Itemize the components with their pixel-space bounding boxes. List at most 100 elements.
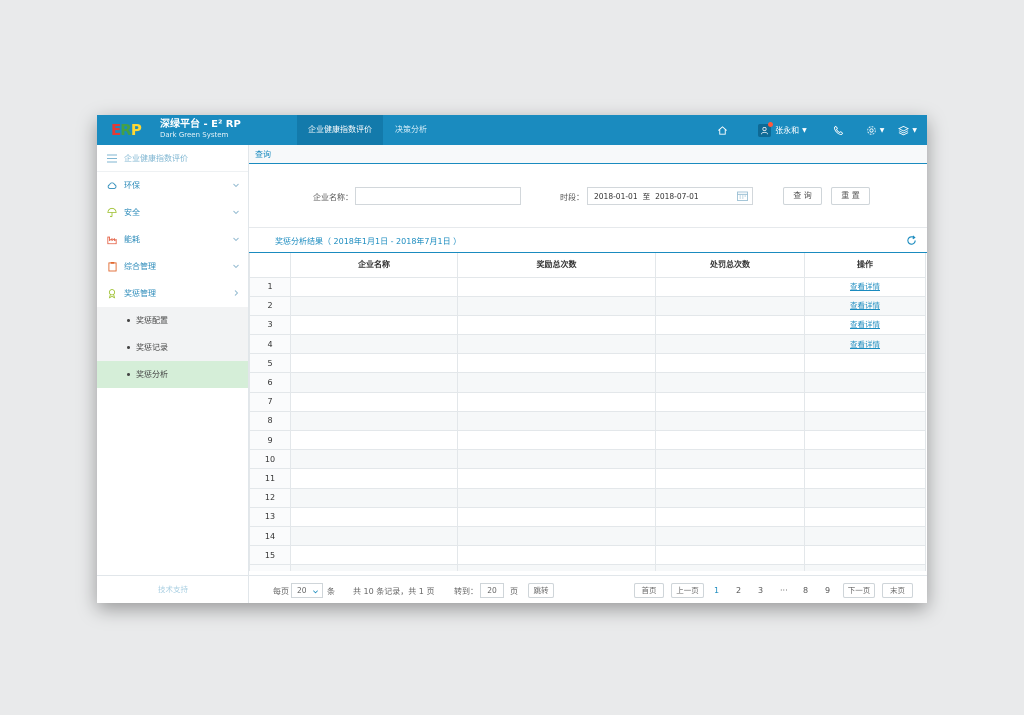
sidebar-footer: 技术支持 [97,575,249,603]
per-page-select[interactable]: 20 [291,583,323,598]
sidebar-header[interactable]: 企业健康指数评价 [97,145,248,172]
penalties-count-cell [655,525,805,547]
penalties-count-cell [655,391,805,412]
row-index-cell: 7 [249,391,291,412]
sidebar-item-label: 综合管理 [124,262,156,271]
sidebar-item-environment[interactable]: 环保 [97,172,248,199]
row-index-cell: 4 [249,334,291,355]
rewards-count-cell [457,391,656,412]
bullet-icon [127,319,130,322]
phone-icon [833,125,843,135]
action-cell [804,372,926,393]
header-actions: 张永和 ▼ ▼ ▼ [709,115,921,145]
tab-health-index[interactable]: 企业健康指数评价 [297,115,383,145]
sidebar-subitem-label: 奖惩分析 [136,370,168,379]
action-cell: 查看详情 [804,276,926,297]
last-page-button[interactable]: 末页 [882,583,913,598]
company-cell [290,449,458,470]
chevron-down-icon [233,183,239,188]
table-row: 15 [249,545,926,566]
gear-icon [866,125,876,135]
chevron-right-icon [234,290,239,296]
action-cell [804,525,926,547]
sidebar-item-safety[interactable]: 安全 [97,199,248,226]
main-content: 查询 企业名称： 时段： 2018-01-01 至 2018-07-01 查 询… [249,145,927,603]
action-cell [804,449,926,470]
row-index-cell: 8 [249,410,291,432]
company-cell [290,391,458,412]
table-row: 14 [249,525,926,547]
sidebar-subitem-reward-records[interactable]: 奖惩记录 [97,334,248,361]
column-header-rewards[interactable]: 奖励总次数 [457,253,656,278]
action-cell: 查看详情 [804,295,926,316]
rewards-count-cell [457,429,656,451]
next-page-button[interactable]: 下一页 [843,583,875,598]
row-index-cell: 5 [249,353,291,374]
row-index-cell: 15 [249,545,291,566]
refresh-icon[interactable] [906,235,917,246]
page-number-8[interactable]: 8 [803,586,808,595]
page-number-1[interactable]: 1 [714,586,719,595]
row-index-cell: 11 [249,468,291,489]
column-header-penalties[interactable]: 处罚总次数 [655,253,805,278]
penalties-count-cell [655,314,805,336]
action-cell [804,429,926,451]
company-name-label: 企业名称： [313,193,353,202]
goto-page-input[interactable]: 20 [480,583,504,598]
company-cell [290,410,458,432]
table-row: 11 [249,468,926,489]
query-section-title: 查询 [249,145,927,164]
sidebar-item-management[interactable]: 综合管理 [97,253,248,280]
row-index-cell: 16 [249,564,291,571]
column-header-company[interactable]: 企业名称 [290,253,458,278]
view-details-link[interactable]: 查看详情 [850,282,880,291]
page-number-3[interactable]: 3 [758,586,763,595]
view-details-link[interactable]: 查看详情 [850,340,880,349]
sidebar-item-energy[interactable]: 能耗 [97,226,248,253]
penalties-count-cell [655,506,805,527]
sidebar-item-rewards[interactable]: 奖惩管理 [97,280,248,307]
action-cell [804,487,926,508]
first-page-button[interactable]: 首页 [634,583,664,598]
sidebar-subitem-reward-config[interactable]: 奖惩配置 [97,307,248,334]
view-details-link[interactable]: 查看详情 [850,301,880,310]
factory-icon [107,235,117,245]
pagination: 每页 20 条 共 10 条记录，共 1 页 转到： 20 页 跳转 首页 上一… [249,575,927,603]
calendar-icon[interactable] [737,191,748,201]
date-range-input[interactable]: 2018-01-01 至 2018-07-01 [587,187,753,205]
goto-button[interactable]: 跳转 [528,583,554,598]
per-page-value: 20 [297,586,307,595]
page-number-9[interactable]: 9 [825,586,830,595]
table-header-row: 企业名称 奖励总次数 处罚总次数 操作 [249,253,926,278]
phone-button[interactable] [821,115,856,145]
home-button[interactable] [709,115,736,145]
prev-page-button[interactable]: 上一页 [671,583,704,598]
reset-button[interactable]: 重 置 [831,187,870,205]
user-menu[interactable]: 张永和 ▼ [736,115,821,145]
user-icon [758,121,774,137]
sidebar: 企业健康指数评价 环保 安全 能耗 综合管理 奖惩管理 奖惩配置 奖惩记录 奖惩… [97,145,249,603]
sidebar-item-label: 安全 [124,208,140,217]
settings-menu[interactable]: ▼ [856,115,895,145]
rewards-count-cell [457,545,656,566]
action-cell [804,564,926,571]
sidebar-subitem-reward-analysis[interactable]: 奖惩分析 [97,361,248,388]
result-table-container[interactable]: 企业名称 奖励总次数 处罚总次数 操作 1 查看详情 2 查看详情 3 查看详情 4 查看详情… [249,253,927,571]
layers-menu[interactable]: ▼ [894,115,921,145]
table-row: 3 查看详情 [249,314,926,336]
tab-decision-analysis[interactable]: 决策分析 [383,115,439,145]
penalties-count-cell [655,372,805,393]
page-number-2[interactable]: 2 [736,586,741,595]
cloud-icon [107,181,117,191]
company-cell [290,314,458,336]
company-cell [290,429,458,451]
chevron-down-icon: ▼ [912,126,917,134]
search-button[interactable]: 查 询 [783,187,822,205]
row-index-cell: 6 [249,372,291,393]
rewards-count-cell [457,314,656,336]
table-row: 10 [249,449,926,470]
chevron-down-icon: ▼ [802,126,807,134]
company-name-input[interactable] [355,187,521,205]
action-cell [804,391,926,412]
view-details-link[interactable]: 查看详情 [850,320,880,329]
